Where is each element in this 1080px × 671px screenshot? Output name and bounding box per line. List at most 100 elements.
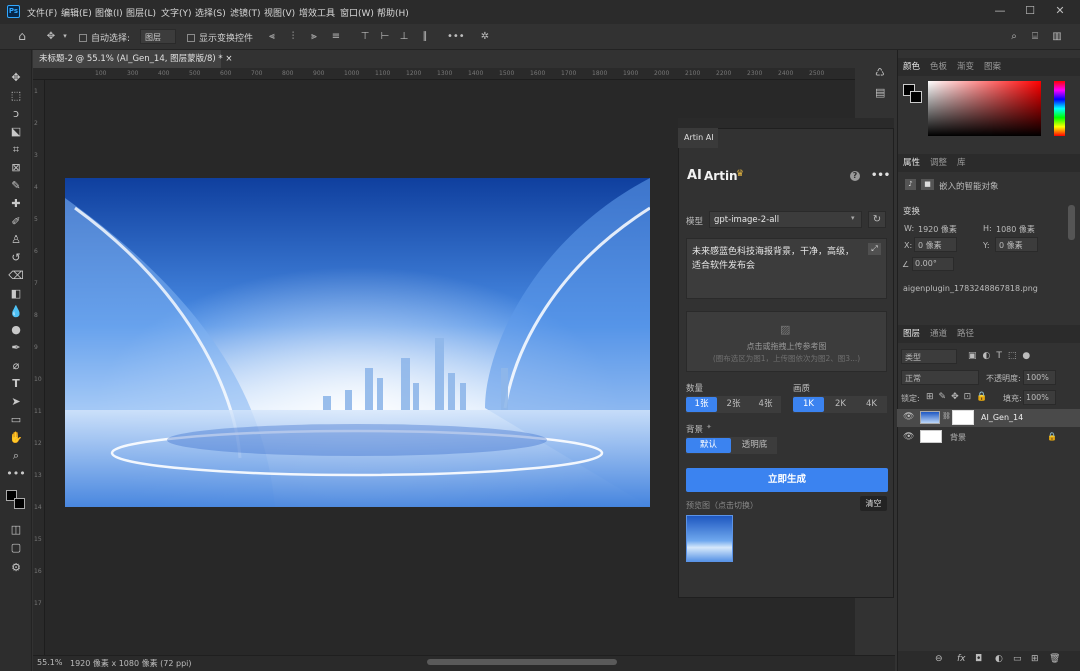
move-tool-icon[interactable]: ✥ <box>6 70 26 86</box>
quality-option-4k[interactable]: 4K <box>856 397 887 412</box>
eraser-icon[interactable]: ⌫ <box>6 268 26 284</box>
layer-name[interactable]: 背景 <box>950 432 966 443</box>
menu-select[interactable]: 选择(S) <box>195 6 226 19</box>
layer-filter-icons[interactable]: ▣◐T⬚● <box>968 351 1036 361</box>
tab-channels[interactable]: 通道 <box>930 325 947 343</box>
screen-mode-icon[interactable]: ▢ <box>6 540 26 556</box>
eye-icon[interactable]: 👁 <box>903 412 914 422</box>
link-layers-icon[interactable]: ⊖ <box>935 654 943 664</box>
home-icon[interactable]: ⌂ <box>15 30 29 43</box>
comments-panel-icon[interactable]: ▤ <box>875 86 889 100</box>
menu-layer[interactable]: 图层(L) <box>126 6 156 19</box>
preview-thumbnail[interactable] <box>686 515 733 562</box>
align-middle-icon[interactable]: ⊢ <box>378 30 392 43</box>
close-window-button[interactable]: ✕ <box>1046 2 1074 20</box>
eyedropper-icon[interactable]: ✎ <box>6 178 26 194</box>
menu-help[interactable]: 帮助(H) <box>377 6 409 19</box>
lasso-tool-icon[interactable]: ↄ <box>6 106 26 122</box>
background-color-swatch[interactable] <box>14 498 25 509</box>
trash-icon[interactable]: 🗑 <box>1049 654 1060 664</box>
plugin-more-icon[interactable]: ••• <box>871 170 890 181</box>
new-group-icon[interactable]: ▭ <box>1013 654 1022 664</box>
blur-tool-icon[interactable]: 💧 <box>6 304 26 320</box>
healing-brush-icon[interactable]: ✚ <box>6 196 26 212</box>
menu-type[interactable]: 文字(Y) <box>161 6 192 19</box>
close-tab-icon[interactable]: × <box>225 54 232 64</box>
count-option-2[interactable]: 2张 <box>718 397 749 412</box>
height-value[interactable]: 1080 像素 <box>996 224 1035 235</box>
new-layer-icon[interactable]: ⊞ <box>1031 654 1039 664</box>
search-icon[interactable]: ⌕ <box>1007 30 1021 43</box>
document-tab[interactable]: 未标题-2 @ 55.1% (AI_Gen_14, 图层蒙版/8) * × <box>33 50 233 68</box>
document-info[interactable]: 1920 像素 x 1080 像素 (72 ppi) <box>70 658 192 669</box>
align-right-icon[interactable]: ⫸ <box>307 30 321 43</box>
add-mask-icon[interactable]: ◘ <box>975 654 982 664</box>
menu-window[interactable]: 窗口(W) <box>340 6 374 19</box>
tab-properties[interactable]: 属性 <box>903 154 920 172</box>
clear-button[interactable]: 清空 <box>860 496 887 511</box>
distribute-vertical-icon[interactable]: ∥ <box>418 30 432 43</box>
quick-mask-icon[interactable]: ◫ <box>6 522 26 538</box>
zoom-tool-icon[interactable]: ⌕ <box>6 448 26 464</box>
tab-paths[interactable]: 路径 <box>957 325 974 343</box>
align-left-icon[interactable]: ⫷ <box>265 30 279 43</box>
marquee-tool-icon[interactable]: ⬚ <box>6 88 26 104</box>
workspace-icon[interactable]: ⌸ <box>1028 30 1042 43</box>
history-panel-icon[interactable]: ♺ <box>875 66 889 80</box>
layer-name[interactable]: AI_Gen_14 <box>981 413 1023 422</box>
menu-filter[interactable]: 滤镜(T) <box>230 6 261 19</box>
stamp-tool-icon[interactable]: ♙ <box>6 232 26 248</box>
object-select-icon[interactable]: ⬕ <box>6 124 26 140</box>
generate-button[interactable]: 立即生成 <box>686 468 888 492</box>
rectangle-tool-icon[interactable]: ▭ <box>6 412 26 428</box>
expand-icon[interactable]: ⤢ <box>868 243 881 255</box>
hand-tool-icon[interactable]: ✋ <box>6 430 26 446</box>
count-option-4[interactable]: 4张 <box>750 397 781 412</box>
background-color-swatch[interactable] <box>910 91 922 103</box>
frame-tool-icon[interactable]: ⊠ <box>6 160 26 176</box>
gradient-tool-icon[interactable]: ◧ <box>6 286 26 302</box>
background-option-transparent[interactable]: 透明底 <box>732 438 777 453</box>
more-tools-icon[interactable]: ••• <box>6 466 26 482</box>
horizontal-scrollbar[interactable] <box>427 659 617 665</box>
3d-mode-icon[interactable]: ✲ <box>478 30 492 43</box>
auto-select-checkbox[interactable]: 自动选择: <box>79 31 130 44</box>
count-option-1[interactable]: 1张 <box>686 397 717 412</box>
move-tool-icon[interactable]: ✥ <box>44 30 58 43</box>
history-brush-icon[interactable]: ↺ <box>6 250 26 266</box>
minimize-button[interactable]: — <box>986 2 1014 20</box>
hue-slider[interactable] <box>1054 81 1065 136</box>
quality-option-1k[interactable]: 1K <box>793 397 824 412</box>
tab-swatches[interactable]: 色板 <box>930 58 947 76</box>
chevron-down-icon[interactable]: ▾ <box>58 30 72 43</box>
background-option-default[interactable]: 默认 <box>686 438 731 453</box>
pen-anchor-icon[interactable]: ⌀ <box>6 358 26 374</box>
dodge-tool-icon[interactable]: ● <box>6 322 26 338</box>
fx-icon[interactable]: fx <box>957 654 966 664</box>
pen-tool-icon[interactable]: ✒ <box>6 340 26 356</box>
width-value[interactable]: 1920 像素 <box>918 224 957 235</box>
adjustment-layer-icon[interactable]: ◐ <box>995 654 1003 664</box>
more-options-icon[interactable]: ••• <box>447 30 465 43</box>
refresh-icon[interactable]: ↻ <box>868 211 886 228</box>
distribute-icon[interactable]: ≡ <box>329 30 343 43</box>
layer-mask-thumbnail[interactable] <box>952 410 974 425</box>
tab-gradients[interactable]: 渐变 <box>957 58 974 76</box>
align-top-icon[interactable]: ⊤ <box>358 30 372 43</box>
path-select-icon[interactable]: ➤ <box>6 394 26 410</box>
quality-option-2k[interactable]: 2K <box>825 397 856 412</box>
color-picker-field[interactable] <box>928 81 1041 136</box>
type-tool-icon[interactable]: T <box>6 376 26 392</box>
align-bottom-icon[interactable]: ⊥ <box>397 30 411 43</box>
eye-icon[interactable]: 👁 <box>903 432 914 442</box>
canvas-artwork[interactable] <box>65 178 651 507</box>
properties-scrollbar[interactable] <box>1068 205 1075 240</box>
menu-file[interactable]: 文件(F) <box>27 6 57 19</box>
crop-tool-icon[interactable]: ⌗ <box>6 142 26 158</box>
tab-adjustments[interactable]: 调整 <box>930 154 947 172</box>
menu-plugins[interactable]: 增效工具 <box>299 6 335 19</box>
tab-color[interactable]: 颜色 <box>903 58 920 76</box>
brush-tool-icon[interactable]: ✐ <box>6 214 26 230</box>
tab-libraries[interactable]: 库 <box>957 154 966 172</box>
align-center-icon[interactable]: ⫶ <box>286 30 300 43</box>
